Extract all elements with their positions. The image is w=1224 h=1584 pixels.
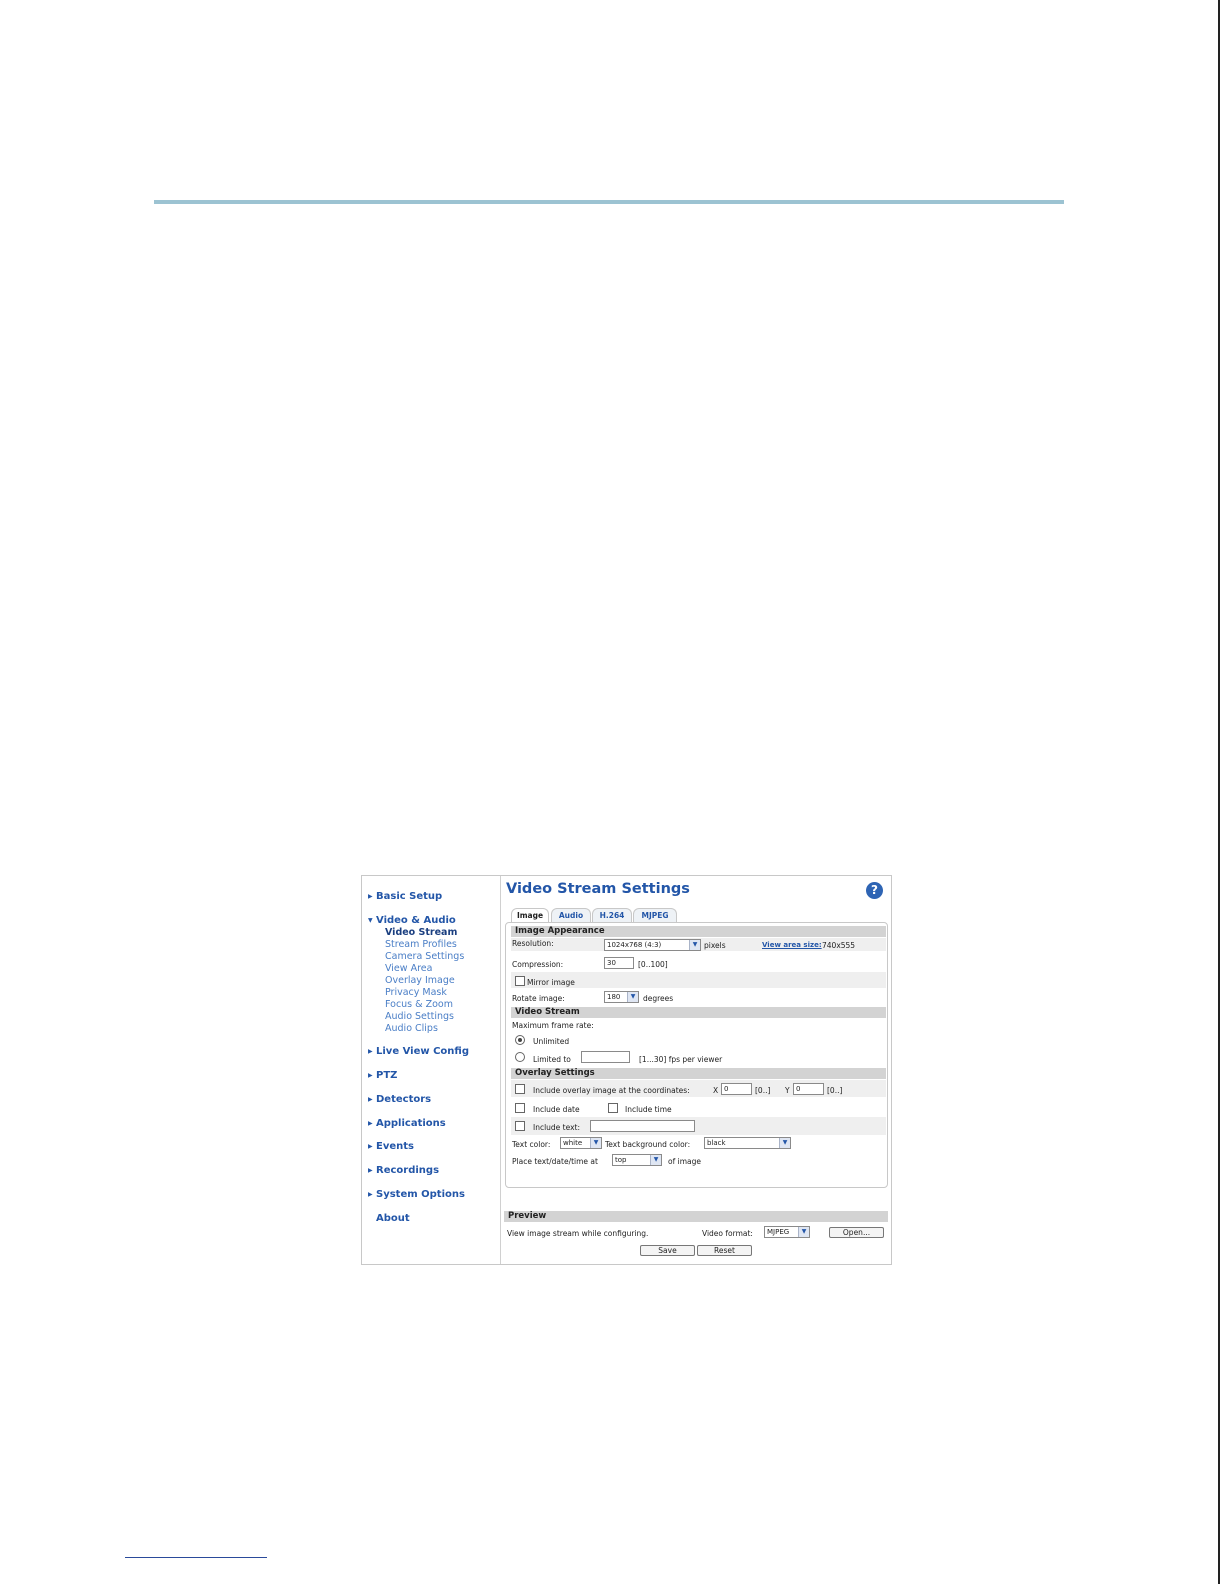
tab-audio[interactable]: Audio bbox=[551, 908, 591, 922]
nav-item-live-view-config[interactable]: ▶ Live View Config bbox=[368, 1046, 469, 1057]
nav-subitem-focus-zoom[interactable]: Focus & Zoom bbox=[385, 999, 453, 1010]
nav-subitem-stream-profiles[interactable]: Stream Profiles bbox=[385, 939, 457, 950]
place-text-label: Place text/date/time at bbox=[512, 1157, 598, 1166]
nav-subitem-audio-clips[interactable]: Audio Clips bbox=[385, 1023, 438, 1034]
open-button[interactable]: Open... bbox=[829, 1227, 884, 1238]
reset-button[interactable]: Reset bbox=[697, 1245, 752, 1256]
chevron-right-icon: ▶ bbox=[368, 1191, 373, 1198]
resolution-label: Resolution: bbox=[512, 939, 554, 948]
nav-item-applications[interactable]: ▶ Applications bbox=[368, 1118, 446, 1129]
unlimited-radio[interactable] bbox=[515, 1035, 525, 1045]
rotate-image-select[interactable]: 180 ▼ bbox=[604, 991, 639, 1003]
chevron-down-icon: ▼ bbox=[689, 940, 700, 950]
nav-subitem-video-stream[interactable]: Video Stream bbox=[385, 927, 457, 938]
video-format-label: Video format: bbox=[702, 1229, 753, 1238]
y-coordinate-label: Y bbox=[785, 1086, 790, 1095]
rotate-image-unit: degrees bbox=[643, 994, 674, 1003]
nav-item-events[interactable]: ▶ Events bbox=[368, 1141, 414, 1152]
save-button[interactable]: Save bbox=[640, 1245, 695, 1256]
tab-mjpeg[interactable]: MJPEG bbox=[633, 908, 677, 922]
include-date-label: Include date bbox=[533, 1105, 580, 1114]
nav-item-detectors[interactable]: ▶ Detectors bbox=[368, 1094, 431, 1105]
page-title: Video Stream Settings bbox=[506, 881, 690, 897]
include-date-checkbox[interactable] bbox=[515, 1103, 525, 1113]
chevron-down-icon: ▼ bbox=[368, 917, 373, 924]
nav-item-about[interactable]: About bbox=[368, 1213, 410, 1224]
include-time-label: Include time bbox=[625, 1105, 672, 1114]
include-time-checkbox[interactable] bbox=[608, 1103, 618, 1113]
page-header-rule bbox=[154, 200, 1064, 204]
preview-description: View image stream while configuring. bbox=[507, 1229, 649, 1238]
include-overlay-image-checkbox[interactable] bbox=[515, 1084, 525, 1094]
section-preview: Preview bbox=[504, 1211, 888, 1222]
limited-to-radio[interactable] bbox=[515, 1052, 525, 1062]
chevron-right-icon: ▶ bbox=[368, 1143, 373, 1150]
chevron-right-icon: ▶ bbox=[368, 893, 373, 900]
nav-subitem-audio-settings[interactable]: Audio Settings bbox=[385, 1011, 454, 1022]
text-background-color-label: Text background color: bbox=[605, 1140, 691, 1149]
text-color-select[interactable]: white ▼ bbox=[560, 1137, 602, 1149]
nav-item-ptz[interactable]: ▶ PTZ bbox=[368, 1070, 397, 1081]
settings-panel: Image Appearance Resolution: 1024x768 (4… bbox=[505, 922, 888, 1188]
resolution-select[interactable]: 1024x768 (4:3) ▼ bbox=[604, 939, 701, 951]
compression-label: Compression: bbox=[512, 960, 564, 969]
help-icon[interactable]: ? bbox=[866, 882, 883, 899]
max-frame-rate-label: Maximum frame rate: bbox=[512, 1021, 594, 1030]
include-text-checkbox[interactable] bbox=[515, 1121, 525, 1131]
section-image-appearance: Image Appearance bbox=[511, 926, 886, 937]
chevron-down-icon: ▼ bbox=[798, 1227, 809, 1237]
fps-range: [1...30] fps per viewer bbox=[639, 1055, 723, 1064]
compression-range: [0..100] bbox=[638, 960, 668, 969]
text-color-label: Text color: bbox=[512, 1140, 551, 1149]
view-area-size-value: 740x555 bbox=[822, 941, 856, 950]
tab-image[interactable]: Image bbox=[511, 908, 549, 923]
unlimited-label: Unlimited bbox=[533, 1037, 570, 1046]
video-format-select[interactable]: MJPEG ▼ bbox=[764, 1226, 810, 1238]
chevron-down-icon: ▼ bbox=[590, 1138, 601, 1148]
x-coordinate-range: [0..] bbox=[755, 1086, 771, 1095]
chevron-right-icon: ▶ bbox=[368, 1048, 373, 1055]
include-text-input[interactable] bbox=[590, 1120, 695, 1132]
tab-h264[interactable]: H.264 bbox=[592, 908, 632, 922]
limited-fps-input[interactable] bbox=[581, 1051, 630, 1063]
mirror-image-label: Mirror image bbox=[527, 978, 575, 987]
place-text-select[interactable]: top ▼ bbox=[612, 1154, 662, 1166]
chevron-right-icon: ▶ bbox=[368, 1072, 373, 1079]
footnote-rule bbox=[125, 1557, 267, 1558]
x-coordinate-input[interactable]: 0 bbox=[721, 1083, 752, 1095]
mirror-image-checkbox[interactable] bbox=[515, 976, 525, 986]
nav-item-basic-setup[interactable]: ▶ Basic Setup bbox=[368, 891, 442, 902]
view-area-size-link[interactable]: View area size: bbox=[762, 941, 822, 949]
chevron-down-icon: ▼ bbox=[650, 1155, 661, 1165]
main-content: Video Stream Settings ? Image Audio H.26… bbox=[501, 876, 891, 1264]
sidebar-nav: ▶ Basic Setup ▼ Video & Audio Video Stream… bbox=[362, 876, 501, 1264]
page-edge-line bbox=[1218, 0, 1220, 1584]
nav-item-recordings[interactable]: ▶ Recordings bbox=[368, 1165, 439, 1176]
include-text-label: Include text: bbox=[533, 1123, 581, 1132]
text-background-color-select[interactable]: black ▼ bbox=[704, 1137, 791, 1149]
section-overlay-settings: Overlay Settings bbox=[511, 1068, 886, 1079]
nav-subitem-overlay-image[interactable]: Overlay Image bbox=[385, 975, 455, 986]
nav-item-system-options[interactable]: ▶ System Options bbox=[368, 1189, 465, 1200]
y-coordinate-input[interactable]: 0 bbox=[793, 1083, 824, 1095]
nav-subitem-camera-settings[interactable]: Camera Settings bbox=[385, 951, 464, 962]
y-coordinate-range: [0..] bbox=[827, 1086, 843, 1095]
chevron-right-icon: ▶ bbox=[368, 1167, 373, 1174]
nav-subitem-view-area[interactable]: View Area bbox=[385, 963, 432, 974]
x-coordinate-label: X bbox=[713, 1086, 719, 1095]
nav-subitem-privacy-mask[interactable]: Privacy Mask bbox=[385, 987, 447, 998]
limited-to-label: Limited to bbox=[533, 1055, 571, 1064]
chevron-right-icon: ▶ bbox=[368, 1120, 373, 1127]
resolution-unit: pixels bbox=[704, 941, 726, 950]
nav-item-video-audio[interactable]: ▼ Video & Audio bbox=[368, 915, 456, 926]
rotate-image-label: Rotate image: bbox=[512, 994, 565, 1003]
chevron-down-icon: ▼ bbox=[627, 992, 638, 1002]
compression-input[interactable]: 30 bbox=[604, 957, 634, 969]
camera-web-ui-screenshot: ▶ Basic Setup ▼ Video & Audio Video Stream… bbox=[361, 875, 892, 1265]
include-overlay-image-label: Include overlay image at the coordinates… bbox=[533, 1086, 690, 1095]
chevron-down-icon: ▼ bbox=[779, 1138, 790, 1148]
place-text-suffix: of image bbox=[668, 1157, 701, 1166]
chevron-right-icon: ▶ bbox=[368, 1096, 373, 1103]
section-video-stream: Video Stream bbox=[511, 1007, 886, 1018]
